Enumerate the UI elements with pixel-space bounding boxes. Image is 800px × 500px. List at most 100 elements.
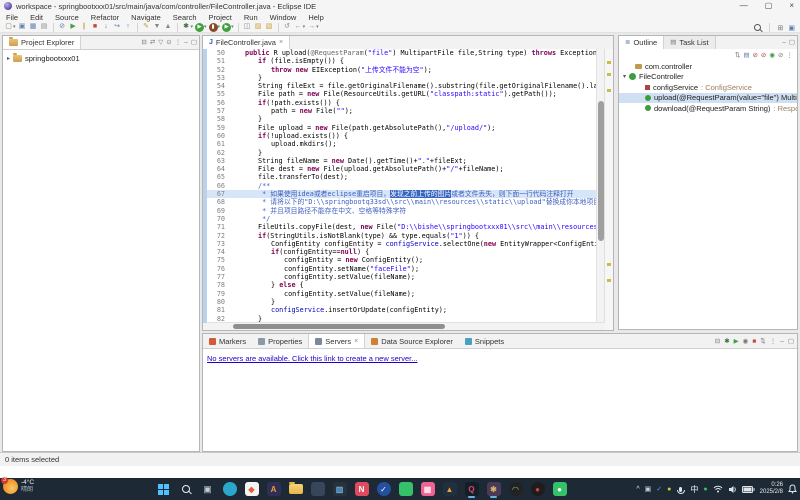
next-annotation-icon[interactable]: ▼ bbox=[152, 22, 163, 32]
occurrence-marker[interactable] bbox=[607, 73, 611, 76]
maximize-button[interactable]: ▢ bbox=[765, 0, 773, 12]
hide-static-members-icon[interactable]: ⊘ bbox=[761, 51, 766, 59]
app-a[interactable]: A bbox=[265, 480, 282, 498]
minimize-button[interactable]: — bbox=[740, 0, 748, 12]
app-pink[interactable]: ▦ bbox=[419, 480, 436, 498]
app-flame[interactable]: ▲ bbox=[441, 480, 458, 498]
app-dim[interactable] bbox=[309, 480, 326, 498]
outline-item[interactable]: configService : ConfigService bbox=[619, 82, 797, 93]
weather-widget[interactable]: 3 -4°C 晴朗 bbox=[3, 479, 34, 494]
close-tab-icon[interactable]: × bbox=[279, 39, 283, 46]
minimize-icon[interactable]: – bbox=[780, 338, 784, 345]
java-ee-perspective-button[interactable]: ▣ bbox=[788, 24, 795, 32]
step-over-icon[interactable]: ↪ bbox=[112, 22, 123, 32]
chevron-right-icon[interactable]: ▸ bbox=[7, 55, 10, 62]
hide-fields-icon[interactable]: ⊘ bbox=[752, 51, 757, 59]
step-return-icon[interactable]: ↑ bbox=[123, 22, 134, 32]
debug-server-icon[interactable]: ✱ bbox=[724, 337, 729, 345]
menu-window[interactable]: Window bbox=[264, 13, 303, 22]
menu-source[interactable]: Source bbox=[49, 13, 85, 22]
app-chart[interactable]: ▥ bbox=[331, 480, 348, 498]
tab-snippets[interactable]: Snippets bbox=[459, 334, 510, 348]
open-folder-icon[interactable]: ▨ bbox=[253, 22, 264, 32]
tab-servers[interactable]: Servers× bbox=[308, 334, 365, 348]
menu-search[interactable]: Search bbox=[167, 13, 203, 22]
resume-icon[interactable]: ▶ bbox=[68, 22, 79, 32]
skip-breakpoints-icon[interactable]: ⊘ bbox=[57, 22, 68, 32]
tab-task-list[interactable]: ▤ Task List bbox=[664, 36, 715, 49]
menu-navigate[interactable]: Navigate bbox=[125, 13, 167, 22]
tray-app-icon[interactable]: ▣ bbox=[645, 485, 652, 493]
ime-indicator[interactable]: 中 bbox=[690, 484, 698, 495]
horizontal-scrollbar[interactable] bbox=[203, 322, 605, 330]
tray-check-icon[interactable]: ✓ bbox=[656, 485, 662, 493]
task-view-button[interactable]: ▣ bbox=[199, 480, 216, 498]
overview-ruler[interactable] bbox=[604, 49, 613, 330]
create-server-link[interactable]: No servers are available. Click this lin… bbox=[207, 354, 418, 363]
outline-item[interactable]: com.controller bbox=[619, 61, 797, 72]
occurrence-marker[interactable] bbox=[607, 279, 611, 282]
chevron-down-icon[interactable]: ▾ bbox=[623, 73, 626, 80]
tab-outline[interactable]: ≣ Outline bbox=[619, 36, 664, 49]
profile-server-icon[interactable]: ◉ bbox=[743, 337, 749, 345]
dropdown-arrow-icon[interactable]: ▾ bbox=[13, 24, 16, 30]
tree-item-project[interactable]: ▸ springbootxxx01 bbox=[7, 54, 80, 63]
search-icon[interactable] bbox=[754, 24, 761, 31]
search-button[interactable] bbox=[177, 480, 194, 498]
dropdown-arrow-icon[interactable]: ▾ bbox=[303, 24, 306, 30]
tray-green-icon[interactable]: ● bbox=[703, 486, 707, 493]
outline-item[interactable]: upload(@RequestParam(value="file") Multi… bbox=[619, 93, 797, 104]
wifi-icon[interactable] bbox=[713, 485, 723, 493]
focus-icon[interactable]: ⊙ bbox=[166, 36, 171, 49]
tab-filecontroller-java[interactable]: J FileController.java × bbox=[203, 36, 290, 49]
xbox[interactable]: ◠ bbox=[507, 480, 524, 498]
menu-project[interactable]: Project bbox=[203, 13, 238, 22]
file-explorer[interactable] bbox=[287, 480, 304, 498]
new-java-project-icon[interactable]: ◫ bbox=[242, 22, 253, 32]
print-icon[interactable]: ▤ bbox=[39, 22, 50, 32]
dropdown-arrow-icon[interactable]: ▾ bbox=[316, 24, 319, 30]
tray-dot-icon[interactable]: ● bbox=[667, 486, 671, 493]
dropdown-arrow-icon[interactable]: ▾ bbox=[204, 24, 207, 30]
save-icon[interactable]: ▣ bbox=[17, 22, 28, 32]
occurrence-marker[interactable] bbox=[607, 89, 611, 92]
stop-server-icon[interactable]: ■ bbox=[752, 338, 756, 345]
app-q[interactable]: Q bbox=[463, 480, 480, 498]
dropdown-arrow-icon[interactable]: ▾ bbox=[218, 24, 221, 30]
view-menu-icon[interactable]: ⋮ bbox=[770, 337, 777, 345]
hide-non-public-icon[interactable]: ◉ bbox=[769, 51, 775, 59]
occurrence-marker[interactable] bbox=[607, 263, 611, 266]
app-paint[interactable]: ✱ bbox=[485, 480, 502, 498]
minimize-icon[interactable]: – bbox=[782, 36, 786, 49]
code-editor-area[interactable]: 50public R upload(@RequestParam("file") … bbox=[203, 49, 605, 323]
prev-annotation-icon[interactable]: ▲ bbox=[163, 22, 174, 32]
taskbar-clock[interactable]: 0:26 2025/2/8 bbox=[760, 482, 783, 496]
app-red[interactable]: N bbox=[353, 480, 370, 498]
menu-run[interactable]: Run bbox=[238, 13, 264, 22]
suspend-icon[interactable]: ∥ bbox=[79, 22, 90, 32]
link-with-editor-icon[interactable]: ⇄ bbox=[150, 36, 155, 49]
menu-help[interactable]: Help bbox=[302, 13, 329, 22]
open-perspective-button[interactable]: ⊞ bbox=[778, 24, 784, 32]
edge-browser[interactable] bbox=[221, 480, 238, 498]
hide-local-types-icon[interactable]: ⊘ bbox=[778, 51, 783, 59]
filters-icon[interactable]: ▽ bbox=[158, 36, 163, 49]
horizontal-scrollbar-thumb[interactable] bbox=[233, 324, 445, 329]
save-all-icon[interactable]: ▦ bbox=[28, 22, 39, 32]
app-green[interactable] bbox=[397, 480, 414, 498]
tray-overflow-chevron[interactable]: ^ bbox=[636, 486, 639, 493]
microsoft-store[interactable]: ◆ bbox=[243, 480, 260, 498]
outline-item[interactable]: ▾FileController bbox=[619, 72, 797, 83]
microphone-icon[interactable] bbox=[679, 487, 682, 492]
step-into-icon[interactable]: ↓ bbox=[101, 22, 112, 32]
close-tab-icon[interactable]: × bbox=[354, 338, 358, 345]
volume-icon[interactable] bbox=[728, 485, 737, 494]
notifications-bell-icon[interactable] bbox=[788, 484, 797, 494]
app-check[interactable]: ✓ bbox=[375, 480, 392, 498]
menu-file[interactable]: File bbox=[0, 13, 24, 22]
last-edit-location-icon[interactable]: ↺ bbox=[282, 22, 293, 32]
tab-data-source-explorer[interactable]: Data Source Explorer bbox=[365, 334, 459, 348]
external-tools-icon[interactable]: ▶ bbox=[222, 23, 231, 32]
close-button[interactable]: × bbox=[789, 0, 794, 12]
collapse-all-icon[interactable]: ⊟ bbox=[715, 337, 720, 345]
